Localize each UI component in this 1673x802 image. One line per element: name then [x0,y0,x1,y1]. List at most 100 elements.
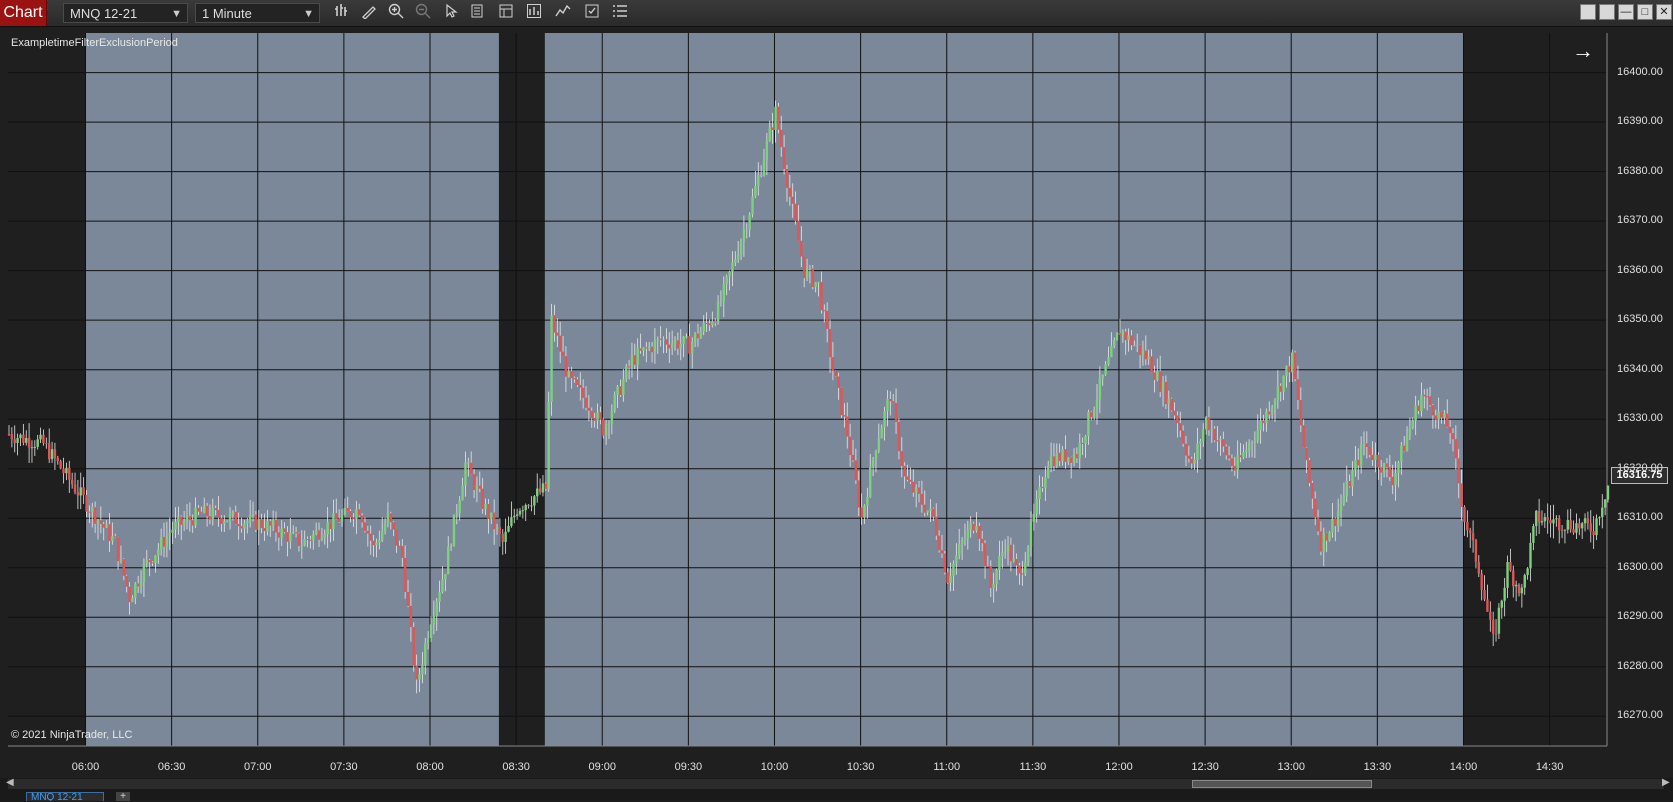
candle-body [1164,382,1168,405]
candle-body [843,415,846,417]
add-tab-icon[interactable]: + [116,792,130,802]
candle-body [10,434,14,440]
candle-body [989,566,992,588]
candle-body [817,282,820,284]
candle-body [691,341,694,354]
candle-body [25,437,28,443]
candle-body [294,532,298,534]
candle-body [1207,417,1211,431]
candle-body [1391,476,1394,486]
scroll-left-icon[interactable]: ◀ [6,777,14,788]
candle-body [1021,573,1024,575]
candle-body [929,508,932,511]
candle-body [1394,472,1397,486]
candle-body [19,434,22,439]
candle-body [627,366,631,368]
candle-body [1179,423,1182,431]
candle-body [458,500,461,514]
price-tick-label: 16340.00 [1617,362,1663,375]
candle-body [736,254,740,260]
candle-body [1279,385,1282,392]
candle-body [1259,420,1262,430]
candle-body [475,485,479,490]
candle-body [1560,530,1564,532]
arrow-right-icon[interactable]: → [1572,40,1596,62]
candle-body [1069,457,1073,463]
candle-body [415,665,418,680]
price-tick-label: 16290.00 [1617,610,1663,623]
candle-body [205,505,209,517]
candle-body [1454,439,1458,459]
candle-body [900,451,903,466]
candle-body [1509,562,1512,571]
candle-body [1328,532,1331,541]
candle-body [269,521,272,526]
candle-body [30,447,34,449]
candle-body [501,533,504,542]
candle-body [70,479,74,485]
candle-body [467,462,470,464]
candle-body [714,321,717,323]
candle-body [656,338,659,341]
candle-body [340,514,344,523]
session-shade [544,33,1464,746]
candle-body [711,321,714,326]
scroll-right-icon[interactable]: ▶ [1662,777,1670,788]
candle-body [33,446,37,448]
candle-body [389,513,393,523]
tab-instrument[interactable]: MNQ 12-21 [26,792,104,801]
candle-body [461,485,464,501]
candle-body [386,513,390,525]
horizontal-scrollbar[interactable] [8,779,1664,789]
candle-body [165,536,169,547]
candle-body [484,503,487,510]
candle-body [874,450,878,460]
candle-body [1026,546,1030,562]
price-chart[interactable] [0,0,1673,778]
scrollbar-thumb[interactable] [1192,780,1372,788]
candle-body [122,559,126,576]
candle-body [547,401,550,489]
candle-body [1546,517,1549,521]
candle-body [1325,533,1328,541]
candle-body [16,438,19,444]
candle-body [556,332,559,336]
candle-body [375,542,378,545]
candle-body [814,282,817,288]
candle-body [492,512,496,530]
candle-body [237,524,240,527]
candle-body [369,533,372,541]
candle-body [1334,518,1337,527]
candle-body [1555,518,1558,520]
candle-body [952,563,955,577]
candle-body [811,268,815,288]
candle-body [943,553,947,573]
candle-body [53,449,57,459]
candle-body [1219,439,1222,441]
candle-body [1313,498,1317,518]
candle-body [50,449,54,460]
candle-body [1230,458,1234,466]
candle-body [860,507,863,518]
candle-body [1187,455,1191,459]
candle-body [1336,511,1340,527]
candle-body [774,106,777,131]
candle-body [662,339,665,341]
candle-body [797,220,800,241]
candle-body [412,627,415,666]
candle-body [1124,331,1127,341]
candle-body [343,507,347,515]
candle-body [306,539,309,541]
candle-body [148,560,151,563]
candle-body [1133,345,1136,347]
candle-body [444,574,447,580]
candle-body [1098,378,1102,399]
candle-body [277,532,281,538]
candle-body [1130,335,1133,346]
time-tick-label: 07:30 [330,761,358,773]
candle-body [188,516,192,521]
candle-body [877,438,881,451]
candle-body [1474,540,1478,562]
candle-body [668,344,671,349]
candle-body [1589,523,1592,532]
